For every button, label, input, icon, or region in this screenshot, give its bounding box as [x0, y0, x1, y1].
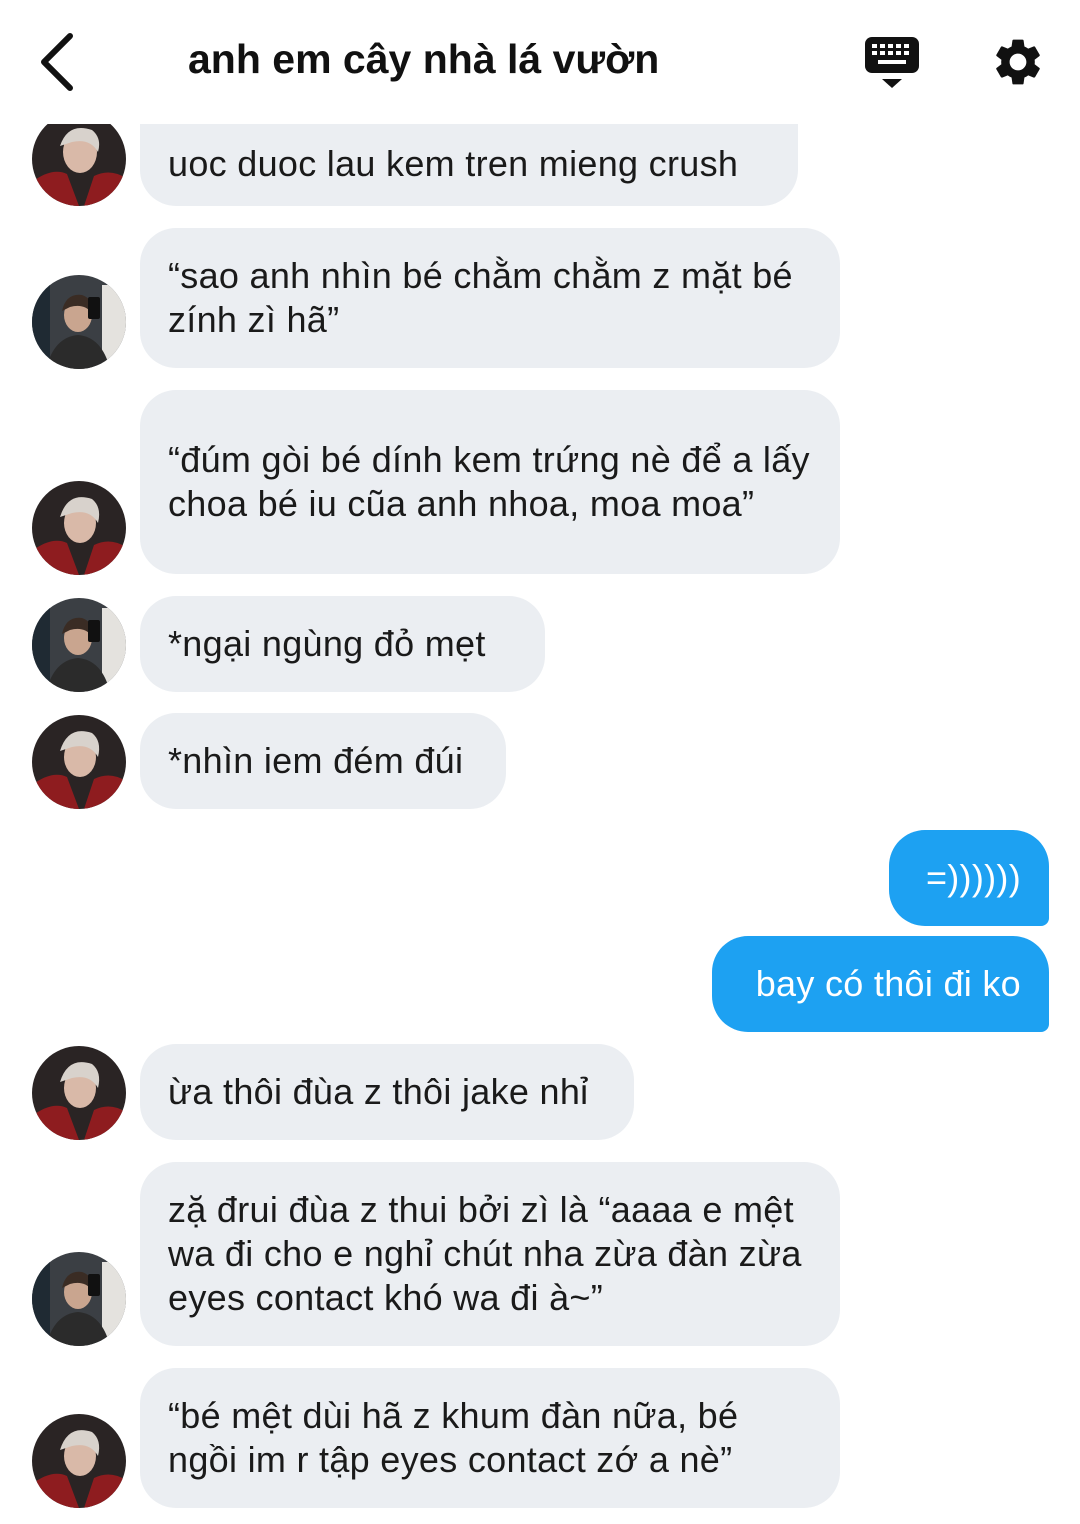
message-bubble[interactable]: *nhìn iem đém đúi	[140, 713, 506, 809]
message-text: zặ đrui đùa z thui bởi zì là “aaaa e mệt…	[168, 1189, 802, 1318]
avatar-red-jacket-image	[32, 715, 126, 809]
outgoing-message-bubble[interactable]: =))))))	[889, 830, 1049, 926]
gear-icon	[996, 39, 1040, 85]
avatar[interactable]	[32, 275, 126, 369]
avatar-mirror-selfie-image	[32, 275, 126, 369]
message-text: “bé mệt dùi hã z khum đàn nữa, bé ngồi i…	[168, 1395, 739, 1480]
settings-button[interactable]	[990, 34, 1046, 90]
keyboard-button[interactable]	[862, 34, 924, 92]
avatar[interactable]	[32, 598, 126, 692]
keyboard-icon	[865, 37, 919, 88]
back-button[interactable]	[36, 30, 84, 94]
message-text: “đúm gòi bé dính kem trứng nè để a lấy c…	[168, 439, 810, 524]
avatar-red-jacket-image	[32, 1046, 126, 1140]
avatar-red-jacket-image	[32, 1414, 126, 1508]
message-text: *ngại ngùng đỏ mẹt	[168, 623, 486, 664]
avatar-red-jacket-image	[32, 481, 126, 575]
message-list[interactable]: uoc duoc lau kem tren mieng crush “sao a…	[0, 124, 1080, 1524]
message-text: “sao anh nhìn bé chằm chằm z mặt bé zính…	[168, 255, 793, 340]
avatar[interactable]	[32, 124, 126, 206]
message-bubble[interactable]: uoc duoc lau kem tren mieng crush	[140, 124, 798, 206]
avatar[interactable]	[32, 1046, 126, 1140]
message-bubble[interactable]: “sao anh nhìn bé chằm chằm z mặt bé zính…	[140, 228, 840, 368]
message-text: =))))))	[925, 857, 1021, 898]
message-bubble[interactable]: ừa thôi đùa z thôi jake nhỉ	[140, 1044, 634, 1140]
message-text: bay có thôi đi ko	[755, 963, 1021, 1004]
message-bubble[interactable]: “đúm gòi bé dính kem trứng nè để a lấy c…	[140, 390, 840, 574]
avatar-mirror-selfie-image	[32, 598, 126, 692]
outgoing-message-bubble[interactable]: bay có thôi đi ko	[712, 936, 1049, 1032]
avatar[interactable]	[32, 1252, 126, 1346]
conversation-title: anh em cây nhà lá vườn	[188, 36, 660, 82]
message-text: ừa thôi đùa z thôi jake nhỉ	[168, 1071, 589, 1112]
message-bubble[interactable]: *ngại ngùng đỏ mẹt	[140, 596, 545, 692]
avatar-red-jacket-image	[32, 124, 126, 206]
avatar[interactable]	[32, 1414, 126, 1508]
avatar[interactable]	[32, 481, 126, 575]
message-text: uoc duoc lau kem tren mieng crush	[168, 143, 739, 184]
message-bubble[interactable]: “bé mệt dùi hã z khum đàn nữa, bé ngồi i…	[140, 1368, 840, 1508]
avatar-mirror-selfie-image	[32, 1252, 126, 1346]
chat-header: anh em cây nhà lá vườn	[0, 0, 1080, 124]
message-text: *nhìn iem đém đúi	[168, 740, 464, 781]
avatar[interactable]	[32, 715, 126, 809]
message-bubble[interactable]: zặ đrui đùa z thui bởi zì là “aaaa e mệt…	[140, 1162, 840, 1346]
chevron-left-icon	[41, 33, 73, 91]
